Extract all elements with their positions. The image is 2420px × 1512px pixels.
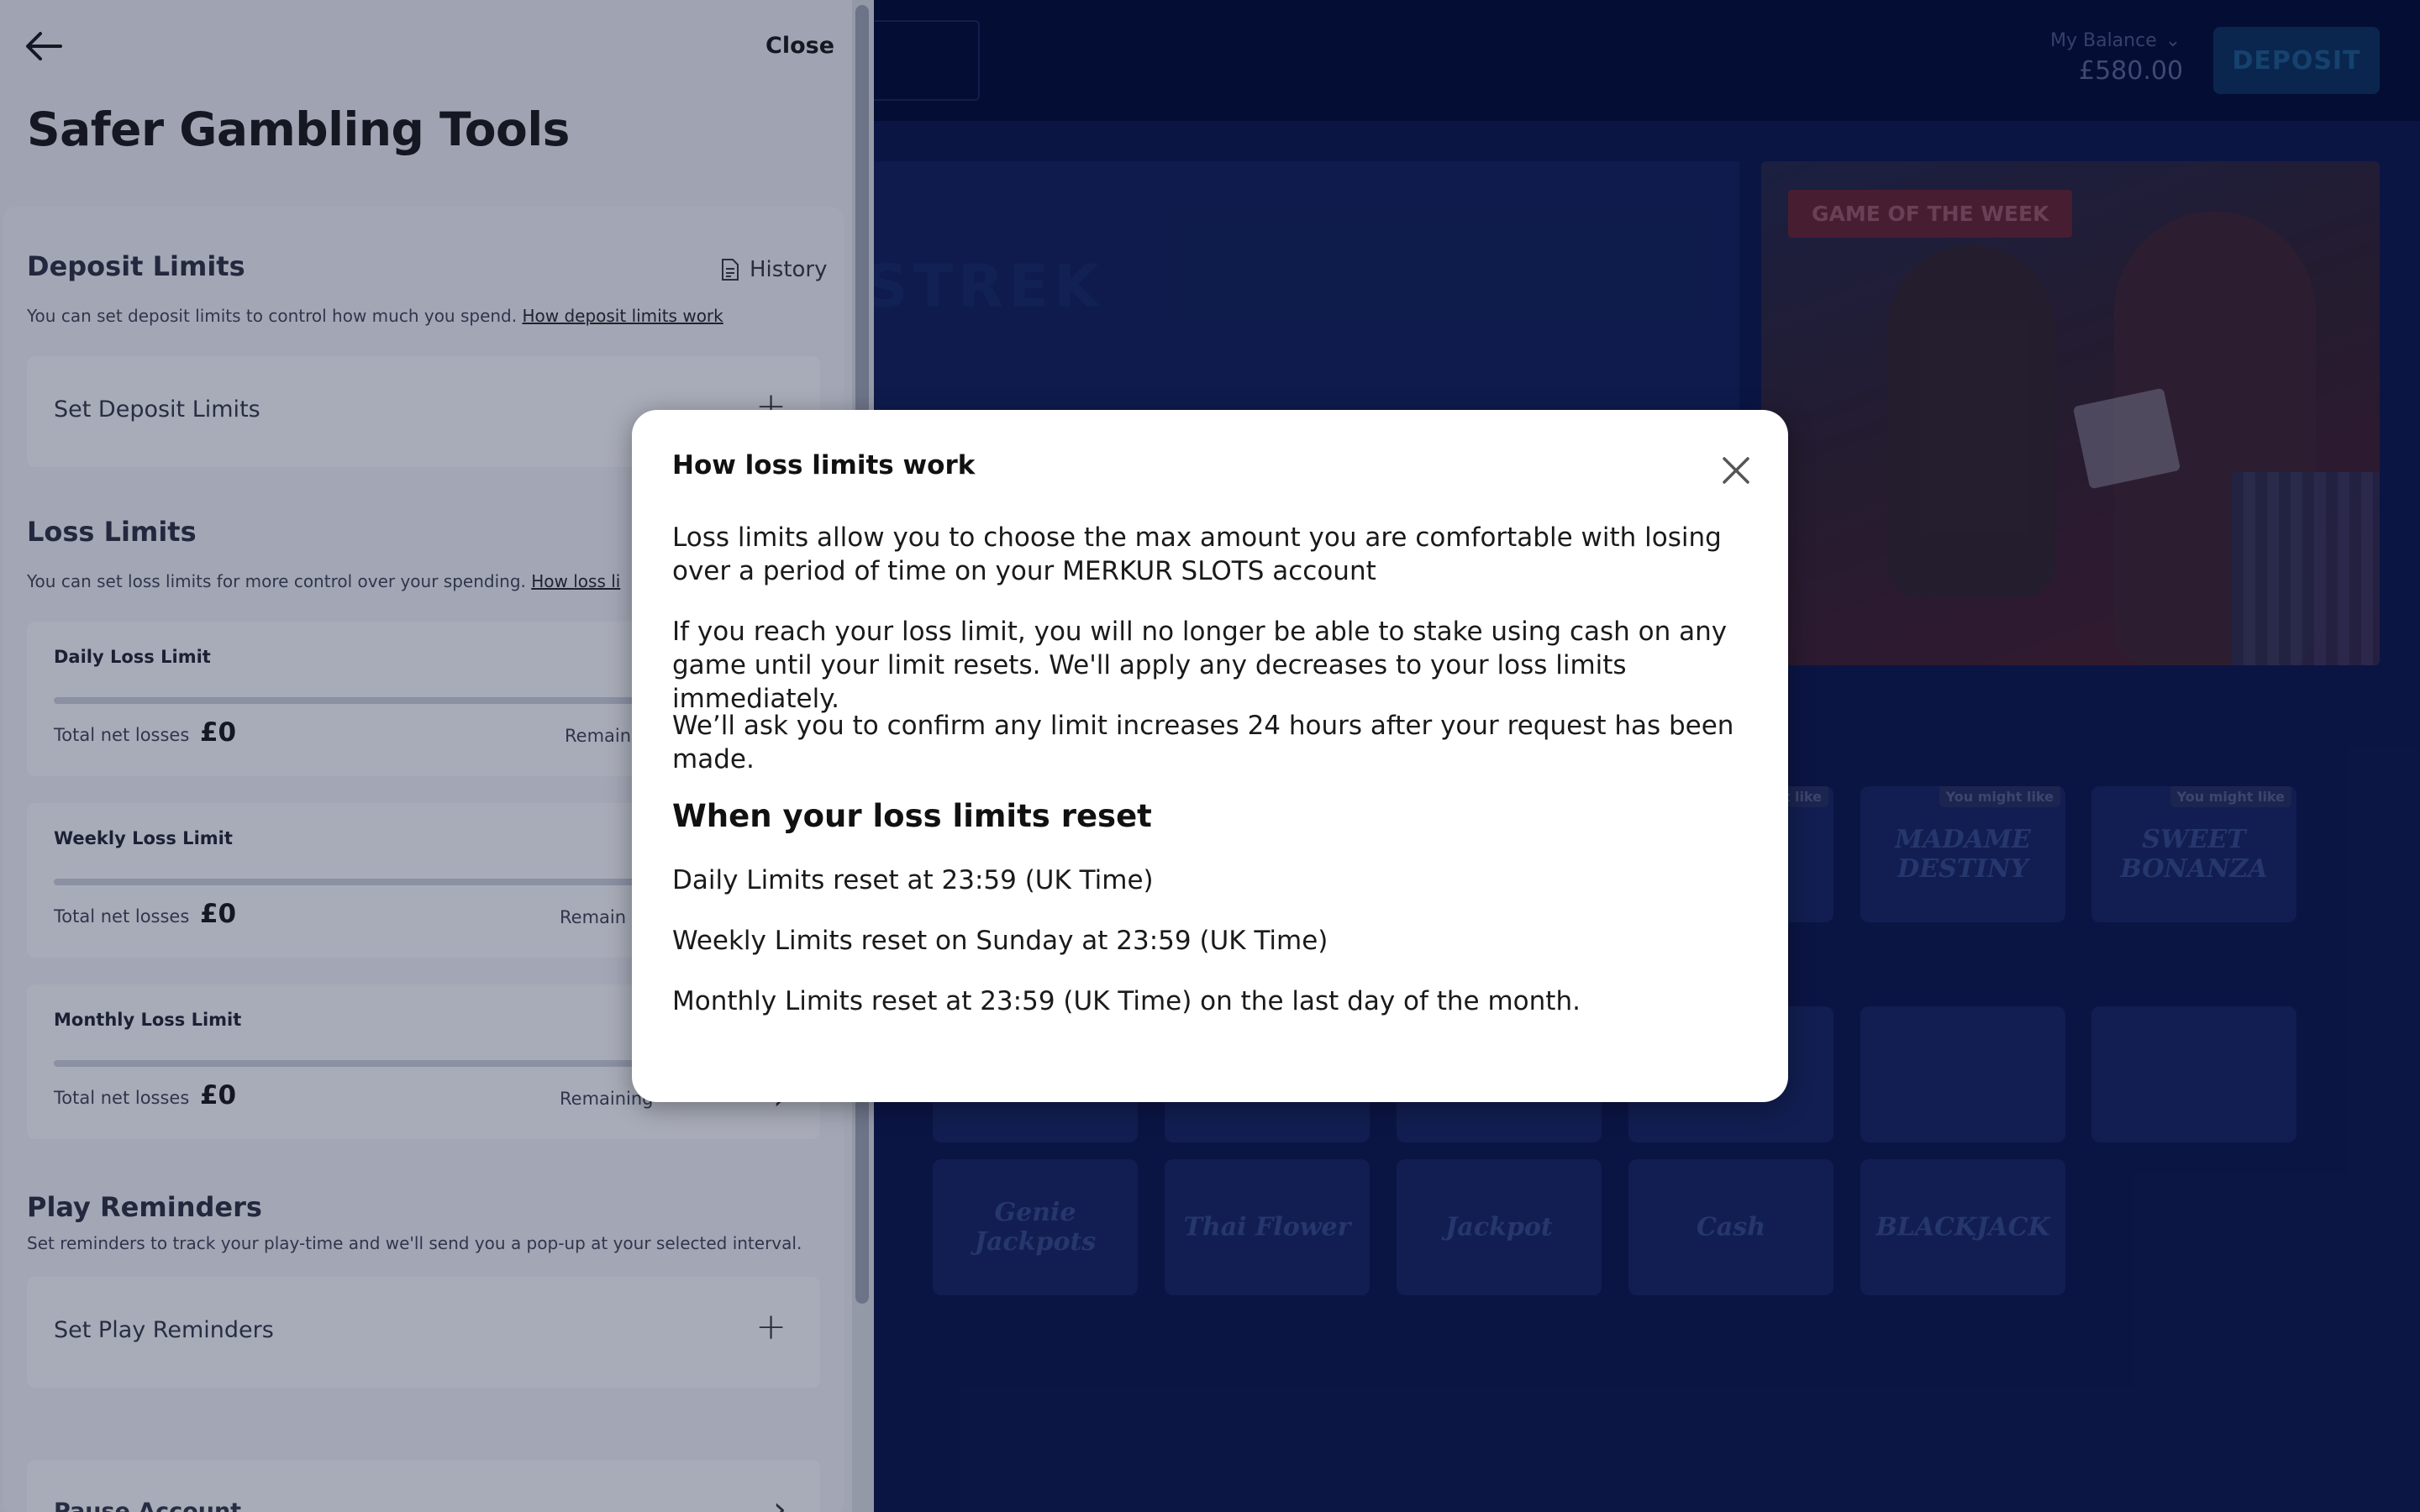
total-net-losses: Total net losses £0 — [54, 717, 236, 748]
pause-account-label: Pause Account — [54, 1499, 242, 1512]
loss-limits-info-modal: How loss limits work Loss limits allow y… — [632, 410, 1788, 1102]
loss-desc-text: You can set loss limits for more control… — [27, 571, 526, 591]
remaining-label: Remain — [565, 726, 632, 746]
set-play-reminders-label: Set Play Reminders — [54, 1317, 274, 1343]
deposit-desc-text: You can set deposit limits to control ho… — [27, 306, 518, 326]
net-losses-value: £0 — [199, 1080, 237, 1110]
arrow-left-icon[interactable] — [25, 30, 62, 62]
loss-limits-description: You can set loss limits for more control… — [27, 571, 620, 591]
net-losses-value: £0 — [199, 899, 237, 929]
deposit-limits-description: You can set deposit limits to control ho… — [27, 306, 723, 326]
loss-limit-title: Weekly Loss Limit — [54, 828, 233, 848]
play-reminders-description: Set reminders to track your play-time an… — [27, 1233, 802, 1253]
total-net-losses: Total net losses £0 — [54, 1080, 236, 1110]
history-link[interactable]: History — [721, 257, 828, 282]
loss-limit-title: Monthly Loss Limit — [54, 1010, 242, 1030]
drawer-title: Safer Gambling Tools — [27, 102, 570, 156]
close-drawer-link[interactable]: Close — [765, 33, 834, 59]
pause-account-card[interactable]: Pause Account › — [27, 1460, 820, 1512]
net-losses-label: Total net losses — [54, 725, 190, 745]
chevron-right-icon: › — [773, 1490, 786, 1512]
total-net-losses: Total net losses £0 — [54, 899, 236, 929]
net-losses-value: £0 — [199, 717, 237, 748]
modal-paragraph: We’ll ask you to confirm any limit incre… — [672, 711, 1734, 774]
modal-paragraph: If you reach your loss limit, you will n… — [672, 617, 1728, 714]
net-losses-label: Total net losses — [54, 906, 190, 927]
remaining-label: Remain — [560, 907, 627, 927]
document-icon — [722, 259, 739, 281]
history-label: History — [750, 257, 828, 282]
reset-time-monthly: Monthly Limits reset at 23:59 (UK Time) … — [672, 986, 1581, 1016]
set-deposit-limits-label: Set Deposit Limits — [54, 396, 260, 423]
deposit-limits-title: Deposit Limits — [27, 250, 245, 282]
close-icon[interactable] — [1719, 454, 1753, 487]
set-play-reminders-card[interactable]: Set Play Reminders + — [27, 1277, 820, 1388]
how-loss-limits-work-link[interactable]: How loss li — [531, 571, 620, 591]
plus-icon: + — [755, 1305, 786, 1348]
modal-title: How loss limits work — [672, 450, 976, 480]
net-losses-label: Total net losses — [54, 1088, 190, 1108]
reset-time-weekly: Weekly Limits reset on Sunday at 23:59 (… — [672, 926, 1328, 956]
modal-subtitle: When your loss limits reset — [672, 798, 1152, 834]
play-reminders-title: Play Reminders — [27, 1191, 262, 1223]
how-deposit-limits-work-link[interactable]: How deposit limits work — [522, 306, 723, 326]
loss-limit-title: Daily Loss Limit — [54, 647, 211, 667]
loss-limits-title: Loss Limits — [27, 516, 197, 548]
modal-paragraph: Loss limits allow you to choose the max … — [672, 522, 1722, 586]
reset-time-daily: Daily Limits reset at 23:59 (UK Time) — [672, 865, 1154, 895]
